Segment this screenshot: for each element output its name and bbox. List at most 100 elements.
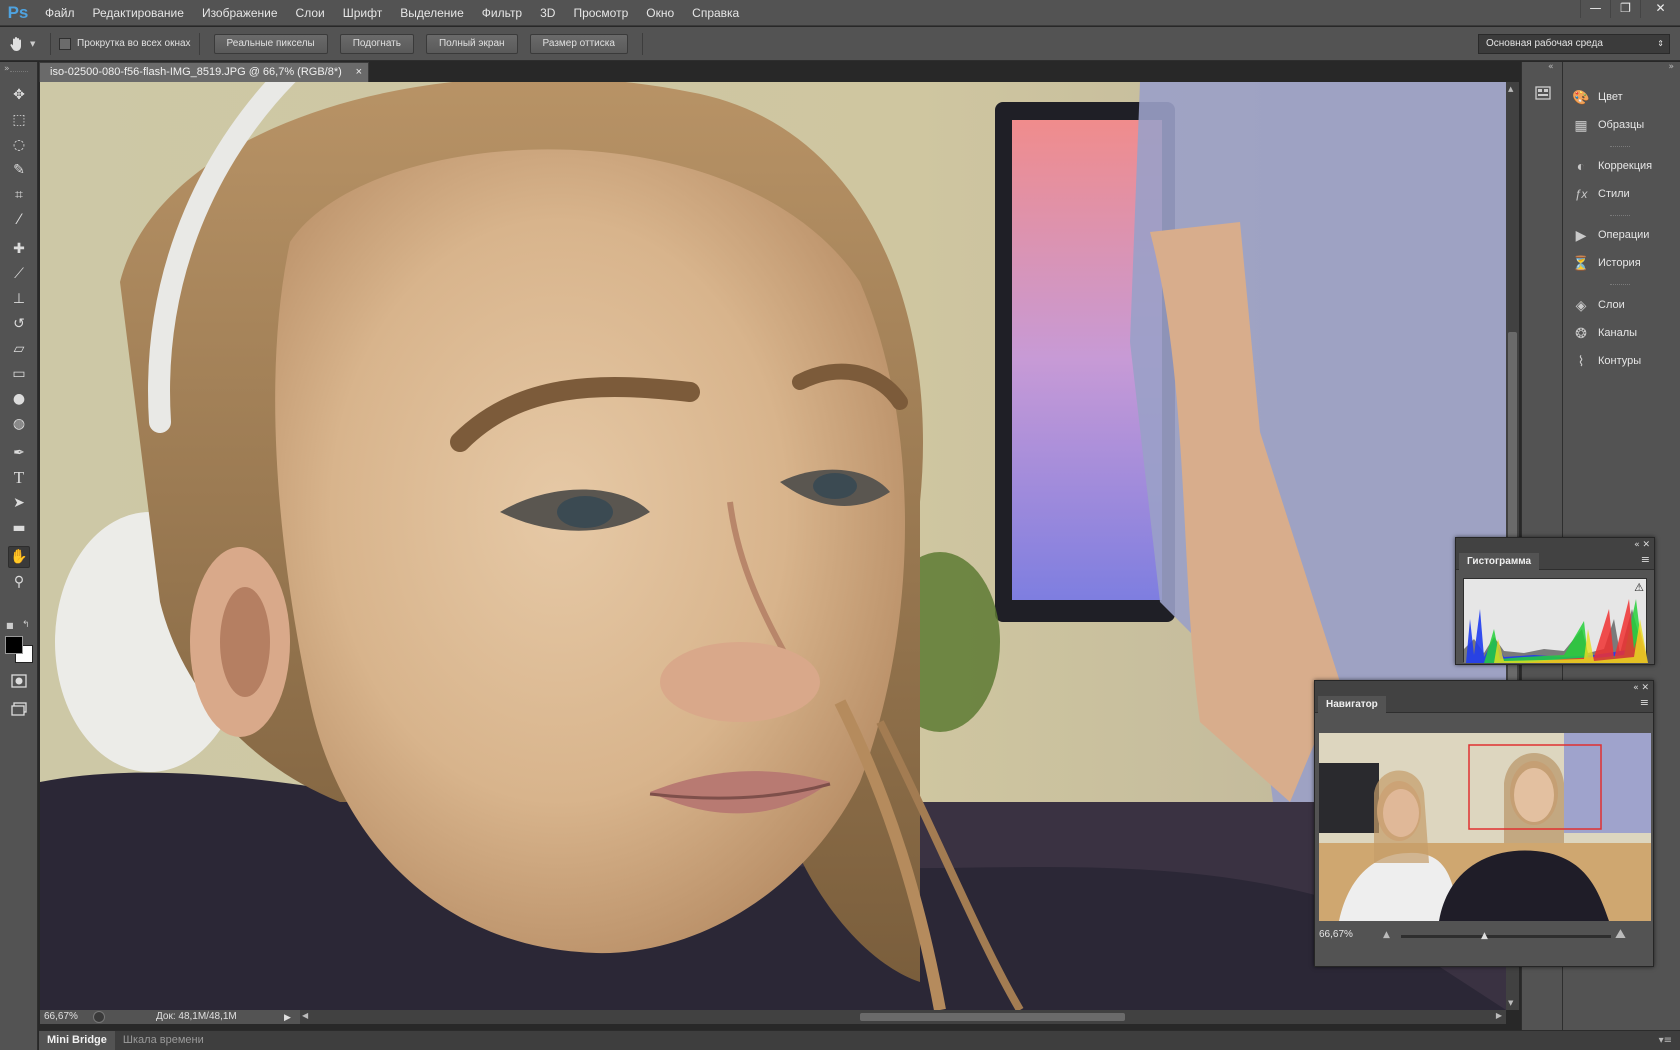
swap-colors-icon[interactable]: ↰: [22, 620, 30, 630]
warning-icon[interactable]: ⚠: [1634, 581, 1644, 594]
crop-icon[interactable]: ⌗: [8, 184, 30, 206]
path-select-icon[interactable]: ➤: [8, 492, 30, 514]
default-colors-icon[interactable]: ■: [6, 621, 14, 630]
view-button[interactable]: Реальные пикселы: [213, 33, 328, 54]
zoom-icon[interactable]: ⚲: [8, 571, 30, 593]
document-canvas[interactable]: [40, 82, 1506, 1010]
brush-icon[interactable]: ⟋: [8, 263, 30, 285]
menu-item[interactable]: Шрифт: [334, 0, 391, 26]
dodge-icon[interactable]: ◍: [8, 413, 30, 435]
dock-item-color-palette[interactable]: 🎨 Цвет: [1570, 84, 1622, 110]
menu-item[interactable]: Просмотр: [564, 0, 637, 26]
status-info-icon[interactable]: [93, 1011, 105, 1023]
panel-group-grip[interactable]: [1610, 215, 1630, 217]
layers-icon: ◈: [1575, 296, 1587, 313]
rectangle-icon[interactable]: ▬: [8, 517, 30, 539]
menu-item[interactable]: Редактирование: [84, 0, 193, 26]
menu-item[interactable]: Выделение: [391, 0, 473, 26]
options-bar: ▼ Прокрутка во всех окнах Реальные пиксе…: [0, 27, 1680, 61]
history-brush-icon[interactable]: ↺: [8, 313, 30, 335]
scroll-right-icon[interactable]: ▶: [1496, 1011, 1502, 1020]
menu-item[interactable]: 3D: [531, 0, 564, 26]
status-menu-arrow-icon[interactable]: ▶: [284, 1010, 291, 1024]
navigator-zoom-field[interactable]: 66,67%: [1319, 927, 1379, 943]
lasso-icon[interactable]: ◌: [8, 134, 30, 156]
foreground-color-swatch[interactable]: [5, 636, 23, 654]
tab-navigator[interactable]: Навигатор: [1318, 696, 1386, 713]
dock-item-paths[interactable]: ⌇ Контуры: [1570, 348, 1642, 374]
type-icon[interactable]: T: [8, 467, 30, 489]
menu-item[interactable]: Файл: [36, 0, 84, 26]
properties-panel-icon[interactable]: [1534, 84, 1552, 102]
navigator-panel-titlebar[interactable]: « ✕: [1315, 681, 1653, 695]
tab-mini-bridge[interactable]: Mini Bridge: [39, 1031, 115, 1050]
dock-item-actions-play[interactable]: ▶ Операции: [1570, 222, 1650, 248]
menu-item[interactable]: Изображение: [193, 0, 287, 26]
options-separator: [50, 32, 51, 55]
expand-arrows-icon[interactable]: «: [1548, 62, 1554, 72]
dock-item-adjustments[interactable]: ◐ Коррекция: [1570, 153, 1652, 179]
close-tab-icon[interactable]: ×: [356, 63, 362, 81]
stamp-icon[interactable]: ⊥: [8, 288, 30, 310]
scroll-left-icon[interactable]: ◀: [302, 1011, 308, 1020]
menu-item[interactable]: Фильтр: [473, 0, 531, 26]
preset-dropdown-icon[interactable]: ▼: [30, 40, 35, 48]
menu-item[interactable]: Слои: [287, 0, 334, 26]
restore-button[interactable]: ❐: [1610, 0, 1640, 18]
tab-histogram[interactable]: Гистограмма: [1459, 553, 1540, 570]
scroll-up-icon[interactable]: ▲: [1508, 85, 1513, 93]
dock-item-channels[interactable]: ❂ Каналы: [1570, 320, 1637, 346]
minimize-button[interactable]: —: [1580, 0, 1610, 18]
panel-group-grip[interactable]: [1610, 146, 1630, 148]
hand-tool-preset-icon[interactable]: ▼: [8, 35, 42, 53]
main-menu: Файл Редактирование Изображение Слои Шрифт Вы…: [36, 0, 748, 26]
document-tab[interactable]: iso-02500-080-f56-flash-IMG_8519.JPG @ 6…: [39, 62, 369, 82]
close-window-button[interactable]: ✕: [1640, 0, 1680, 18]
zoom-in-icon[interactable]: ⛰: [1615, 927, 1626, 942]
eraser-icon[interactable]: ▱: [8, 338, 30, 360]
tab-timeline[interactable]: Шкала времени: [115, 1031, 212, 1050]
panel-grip[interactable]: [10, 71, 28, 72]
panel-group-grip[interactable]: [1610, 284, 1630, 286]
screen-mode-icon[interactable]: [8, 698, 30, 720]
move-icon[interactable]: ✥: [8, 84, 30, 106]
navigator-thumbnail[interactable]: [1319, 733, 1651, 921]
panel-menu-icon[interactable]: ▾≡: [1659, 1031, 1680, 1050]
histogram-panel-titlebar[interactable]: « ✕: [1456, 538, 1654, 552]
panel-menu-icon[interactable]: ≡: [1640, 696, 1649, 709]
checkbox-box[interactable]: [59, 37, 71, 50]
eyedropper-icon[interactable]: ⁄: [8, 209, 30, 231]
navigator-panel: « ✕ Навигатор ≡ 66,67% ▲ ▲ ⛰: [1314, 680, 1654, 967]
horizontal-scrollbar[interactable]: ◀ ▶: [300, 1010, 1506, 1024]
dock-item-swatches-grid[interactable]: ▦ Образцы: [1570, 112, 1644, 138]
panel-menu-icon[interactable]: ≡: [1641, 553, 1650, 566]
collapse-arrows-icon[interactable]: »: [4, 64, 10, 74]
dock-collapse-icon[interactable]: »: [1668, 62, 1674, 72]
menu-item[interactable]: Окно: [637, 0, 683, 26]
zoom-out-icon[interactable]: ▲: [1383, 930, 1390, 940]
zoom-slider-thumb[interactable]: ▲: [1481, 931, 1488, 941]
scroll-down-icon[interactable]: ▼: [1508, 999, 1513, 1007]
horizontal-scroll-thumb[interactable]: [860, 1013, 1125, 1021]
view-button[interactable]: Полный экран: [425, 33, 518, 54]
marquee-icon[interactable]: ⬚: [8, 109, 30, 131]
dock-item-layers[interactable]: ◈ Слои: [1570, 292, 1625, 318]
hand-icon[interactable]: ✋: [8, 546, 30, 568]
navigator-zoom-slider[interactable]: [1401, 935, 1611, 938]
color-palette-icon: 🎨: [1572, 88, 1590, 105]
workspace-select[interactable]: Основная рабочая среда ⇕: [1478, 34, 1670, 54]
pen-icon[interactable]: ✒: [8, 442, 30, 464]
status-zoom[interactable]: 66,67%: [44, 1010, 78, 1024]
quick-select-icon[interactable]: ✎: [8, 159, 30, 181]
menu-item[interactable]: Справка: [683, 0, 748, 26]
view-button[interactable]: Подогнать: [339, 33, 414, 54]
dock-item-styles-fx[interactable]: ƒx Стили: [1570, 181, 1630, 207]
scroll-all-windows-checkbox[interactable]: Прокрутка во всех окнах: [59, 37, 191, 50]
healing-icon[interactable]: ✚: [8, 238, 30, 260]
dock-item-history[interactable]: ⏳ История: [1570, 250, 1640, 276]
view-button[interactable]: Размер оттиска: [529, 33, 628, 54]
gradient-icon[interactable]: ▭: [8, 363, 30, 385]
quick-mask-icon[interactable]: [8, 670, 30, 692]
view-buttons: Реальные пикселы Подогнать Полный экран Раз…: [208, 33, 634, 54]
blur-icon[interactable]: ●: [8, 388, 30, 410]
